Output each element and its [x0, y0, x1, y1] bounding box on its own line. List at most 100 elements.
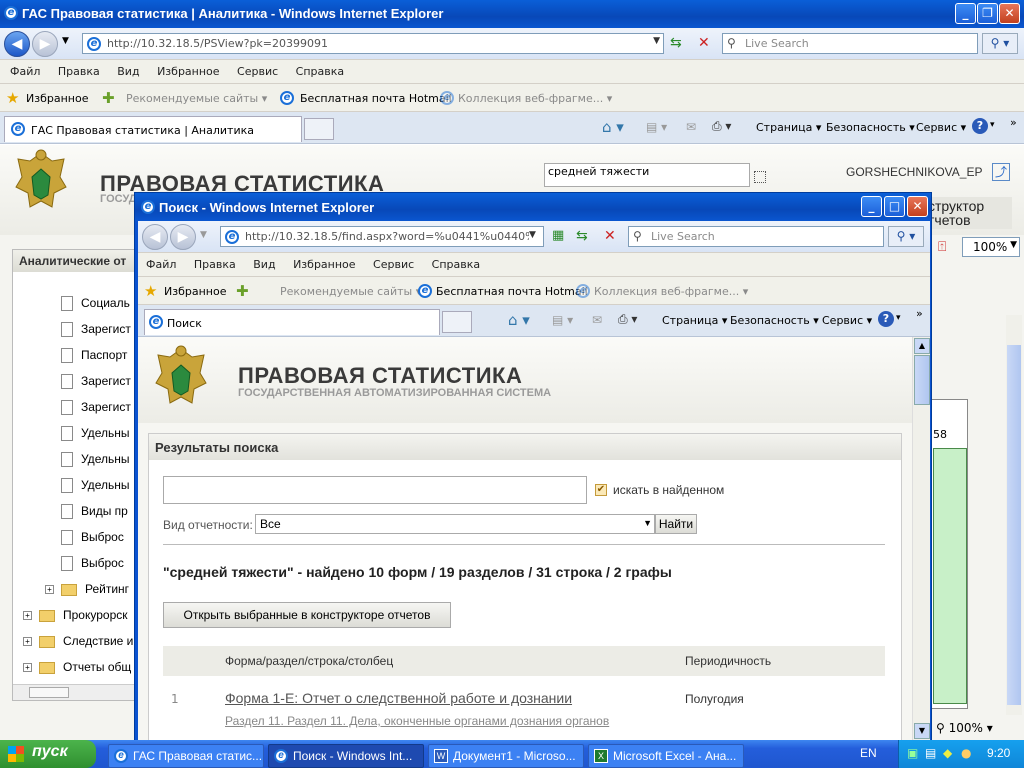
refresh-icon[interactable]: ⇆: [576, 228, 588, 244]
scroll-thumb[interactable]: [29, 687, 69, 698]
tree-item[interactable]: Удельны: [61, 446, 129, 472]
expand-icon[interactable]: +: [23, 663, 32, 673]
cmd-tools[interactable]: Сервис ▾: [822, 314, 872, 327]
tree-item[interactable]: Выброс: [61, 550, 124, 576]
menu-view[interactable]: Вид: [253, 258, 275, 271]
feeds-icon[interactable]: ▤ ▾: [552, 313, 573, 327]
mail-icon[interactable]: ✉: [592, 313, 602, 327]
forward-button[interactable]: ▶: [170, 224, 196, 250]
search-go-button[interactable]: ⚲ ▾: [888, 226, 924, 247]
tray-shield-icon[interactable]: ◆: [943, 746, 952, 760]
tree-item[interactable]: Паспорт: [61, 342, 127, 368]
menu-favorites[interactable]: Избранное: [293, 258, 355, 271]
help-icon[interactable]: ?: [972, 118, 988, 134]
fav-link-hotmail[interactable]: Бесплатная почта Hotmail: [436, 285, 588, 298]
open-in-constructor-button[interactable]: Открыть выбранные в конструкторе отчетов: [163, 602, 451, 628]
refresh-icon[interactable]: ⇆: [670, 35, 682, 51]
zoom-select[interactable]: 100% ▼: [962, 237, 1020, 257]
panel-hscrollbar[interactable]: [13, 684, 137, 700]
logout-icon[interactable]: ⤴: [992, 163, 1010, 181]
outer-search-input[interactable]: средней тяжести: [544, 163, 750, 187]
expand-icon[interactable]: +: [23, 611, 32, 621]
status-zoom[interactable]: ⚲ 100% ▾: [936, 719, 1022, 737]
forward-button[interactable]: ▶: [32, 31, 58, 57]
taskbar-item-excel[interactable]: X Microsoft Excel - Ана...: [588, 744, 744, 768]
menu-favorites[interactable]: Избранное: [157, 65, 219, 78]
menu-help[interactable]: Справка: [296, 65, 344, 78]
close-button[interactable]: ✕: [999, 3, 1020, 24]
print-icon[interactable]: ⎙ ▾: [712, 119, 731, 134]
menu-file[interactable]: Файл: [10, 65, 40, 78]
popup-tab[interactable]: e Поиск: [144, 309, 440, 335]
fav-link-suggested[interactable]: Рекомендуемые сайты ▾: [126, 92, 267, 105]
cmd-tools[interactable]: Сервис ▾: [916, 121, 966, 134]
scroll-up-button[interactable]: ▲: [914, 338, 930, 354]
cmd-page[interactable]: Страница ▾: [756, 121, 821, 134]
constructor-button[interactable]: структор тчетов: [920, 197, 1012, 229]
new-tab-button[interactable]: [442, 311, 472, 333]
tray-app-icon[interactable]: ●: [961, 746, 971, 760]
menu-view[interactable]: Вид: [117, 65, 139, 78]
menu-file[interactable]: Файл: [146, 258, 176, 271]
fav-link-gallery[interactable]: Коллекция веб-фрагме... ▾: [458, 92, 612, 105]
expand-icon[interactable]: +: [45, 585, 54, 595]
mail-icon[interactable]: ✉: [686, 120, 696, 134]
add-favorite-icon[interactable]: ✚: [236, 282, 249, 300]
find-button[interactable]: Найти: [655, 514, 697, 534]
maximize-button[interactable]: □: [884, 196, 905, 217]
tree-item[interactable]: Виды пр: [61, 498, 128, 524]
fav-link-gallery[interactable]: Коллекция веб-фрагме... ▾: [594, 285, 748, 298]
tree-item[interactable]: Выброс: [61, 524, 124, 550]
help-icon[interactable]: ?: [878, 311, 894, 327]
cmd-safety[interactable]: Безопасность ▾: [730, 314, 819, 327]
taskbar-item-ie-analytics[interactable]: e ГАС Правовая статис...: [108, 744, 264, 768]
compat-icon[interactable]: ▦: [552, 228, 564, 243]
expand-icon[interactable]: +: [23, 637, 32, 647]
fav-link-suggested[interactable]: Рекомендуемые сайты ▾: [280, 285, 421, 298]
help-dropdown-icon[interactable]: ▾: [990, 120, 995, 130]
row-section-link[interactable]: Раздел 11. Раздел 11. Дела, оконченные о…: [225, 714, 609, 728]
chevron-more-icon[interactable]: »: [916, 307, 923, 320]
tree-item[interactable]: Зарегист: [61, 316, 131, 342]
cmd-safety[interactable]: Безопасность ▾: [826, 121, 915, 134]
add-favorite-icon[interactable]: ✚: [102, 89, 115, 107]
home-icon[interactable]: ⌂ ▾: [602, 118, 624, 136]
search-submit-icon[interactable]: [754, 171, 766, 183]
back-button[interactable]: ◀: [142, 224, 168, 250]
pdf-icon[interactable]: ⍐: [938, 239, 946, 255]
menu-help[interactable]: Справка: [432, 258, 480, 271]
help-dropdown-icon[interactable]: ▾: [896, 313, 901, 323]
history-dropdown-icon[interactable]: ▼: [62, 36, 69, 46]
language-indicator[interactable]: EN: [860, 746, 877, 760]
favorites-button[interactable]: Избранное: [26, 92, 88, 105]
address-dropdown-icon[interactable]: ▼: [653, 36, 660, 46]
result-search-input[interactable]: [163, 476, 587, 504]
tree-folder[interactable]: + Следствие и: [23, 628, 133, 654]
popup-address-field[interactable]: e http://10.32.18.5/find.aspx?word=%u044…: [220, 226, 544, 247]
outer-vscrollbar[interactable]: [1006, 315, 1022, 715]
tree-item[interactable]: Социаль: [61, 290, 130, 316]
scroll-thumb[interactable]: [914, 355, 930, 405]
stop-icon[interactable]: ✕: [698, 35, 710, 51]
tree-item[interactable]: Удельны: [61, 420, 129, 446]
popup-live-search[interactable]: ⚲ Live Search: [628, 226, 884, 247]
minimize-button[interactable]: _: [955, 3, 976, 24]
taskbar-item-word[interactable]: W Документ1 - Microso...: [428, 744, 584, 768]
tree-item[interactable]: Зарегист: [61, 394, 131, 420]
print-icon[interactable]: ⎙ ▾: [618, 312, 637, 327]
menu-tools[interactable]: Сервис: [237, 65, 278, 78]
chevron-more-icon[interactable]: »: [1010, 116, 1017, 129]
menu-edit[interactable]: Правка: [58, 65, 100, 78]
tray-network-icon[interactable]: ▣: [907, 746, 918, 760]
start-button[interactable]: пуск: [0, 740, 96, 768]
scroll-thumb[interactable]: [1007, 345, 1021, 705]
menu-tools[interactable]: Сервис: [373, 258, 414, 271]
row-form-link[interactable]: Форма 1-Е: Отчет о следственной работе и…: [225, 690, 572, 706]
search-in-found-checkbox[interactable]: ✔: [595, 484, 607, 496]
history-dropdown-icon[interactable]: ▼: [200, 230, 207, 240]
tree-folder[interactable]: + Отчеты общ: [23, 654, 131, 680]
report-type-select[interactable]: Все ▼: [255, 514, 655, 534]
minimize-button[interactable]: _: [861, 196, 882, 217]
favorites-button[interactable]: Избранное: [164, 285, 226, 298]
tree-folder[interactable]: + Прокурорск: [23, 602, 128, 628]
